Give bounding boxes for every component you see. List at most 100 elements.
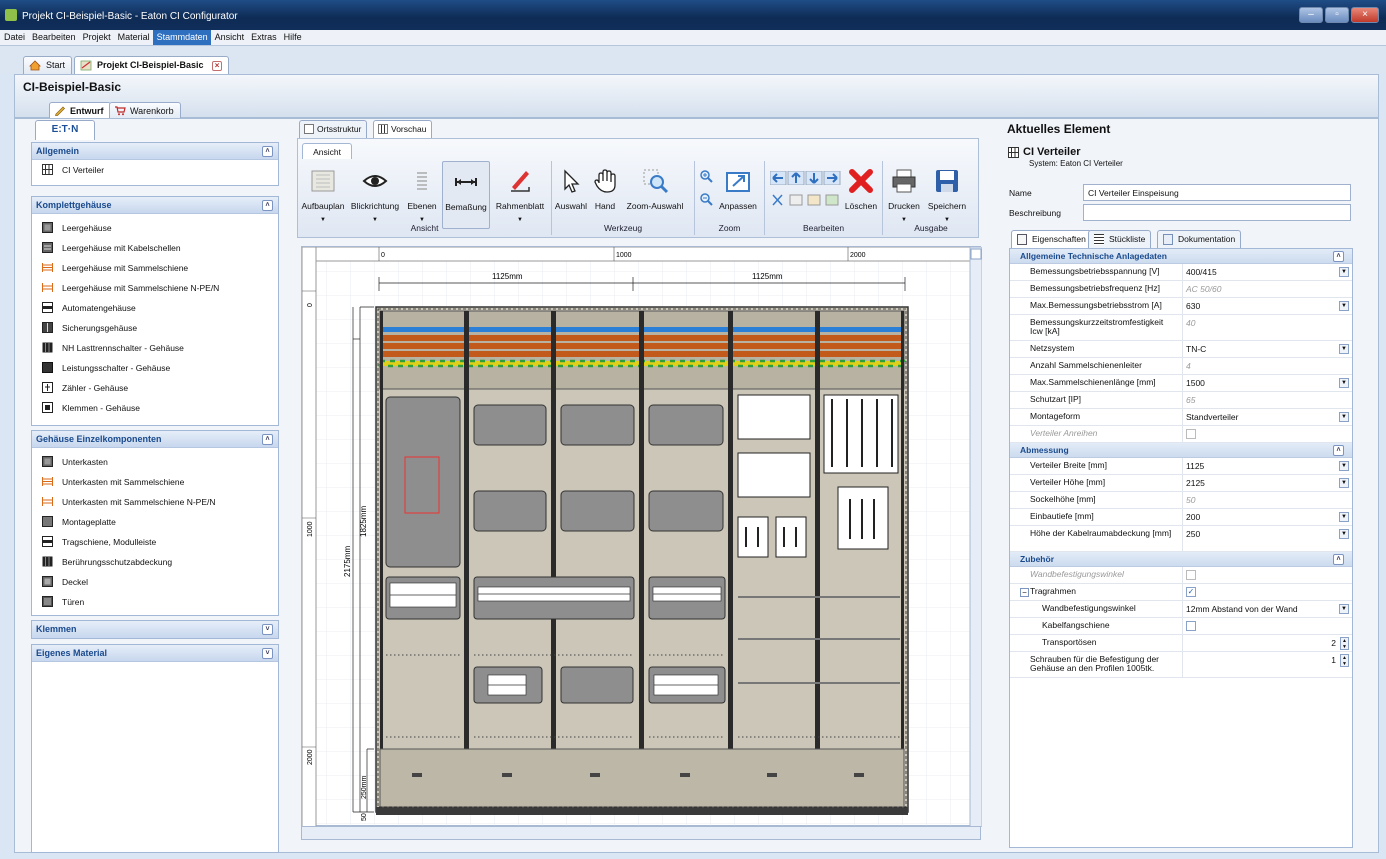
dropdown-icon[interactable]: ▼	[1339, 529, 1349, 539]
list-item[interactable]: Sicherungsgehäuse	[32, 318, 278, 338]
move-arrows-icon[interactable]	[770, 171, 842, 185]
property-row[interactable]: Wandbefestigungswinkel 12mm Abstand von d…	[1010, 601, 1352, 618]
list-item[interactable]: Klemmen - Gehäuse	[32, 398, 278, 418]
menu-material[interactable]: Material	[114, 30, 153, 45]
ebenen-button[interactable]: Ebenen ▼	[404, 161, 440, 229]
list-item[interactable]: Leergehäuse mit Sammelschiene	[32, 258, 278, 278]
loeschen-button[interactable]: Löschen	[842, 161, 880, 229]
collapse-icon[interactable]: ˄	[1333, 554, 1344, 565]
expander-icon[interactable]: −	[1020, 588, 1029, 597]
property-row[interactable]: Wandbefestigungswinkel	[1010, 567, 1352, 584]
drawing-canvas[interactable]: 0 1000 2000 0 1000 2000 1125mm 1125mm 21…	[301, 246, 983, 828]
tab-start[interactable]: Start	[23, 56, 73, 74]
tab-ortsstruktur[interactable]: Ortsstruktur	[299, 120, 368, 138]
list-item[interactable]: Montageplatte	[32, 512, 278, 532]
list-item[interactable]: Unterkasten mit Sammelschiene N-PE/N	[32, 492, 278, 512]
auswahl-button[interactable]: Auswahl	[553, 161, 589, 229]
section-header[interactable]: Gehäuse Einzelkomponenten ˄	[32, 431, 278, 448]
cabinet-drawing[interactable]: 0 1000 2000 0 1000 2000 1125mm 1125mm 21…	[301, 246, 983, 828]
dropdown-icon[interactable]: ▼	[1339, 478, 1349, 488]
property-value[interactable]: 1 ▲ ▼	[1182, 652, 1352, 677]
list-item[interactable]: Türen	[32, 592, 278, 612]
dropdown-icon[interactable]: ▼	[1339, 267, 1349, 277]
property-section-header[interactable]: Abmessung ˄	[1010, 443, 1352, 458]
close-window-button[interactable]: ×	[1351, 7, 1379, 23]
collapse-icon[interactable]: ˄	[262, 200, 273, 211]
list-item[interactable]: Automatengehäuse	[32, 298, 278, 318]
dropdown-icon[interactable]: ▼	[1339, 301, 1349, 311]
cable-compartment[interactable]	[379, 748, 905, 808]
dropdown-icon[interactable]: ▼	[1339, 604, 1349, 614]
property-value[interactable]: 630 ▼	[1182, 298, 1352, 314]
speichern-button[interactable]: Speichern ▼	[925, 161, 969, 229]
property-row[interactable]: Verteiler Breite [mm] 1125 ▼	[1010, 458, 1352, 475]
drucken-button[interactable]: Drucken ▼	[884, 161, 924, 229]
menu-datei[interactable]: Datei	[0, 30, 28, 45]
list-item[interactable]: Unterkasten	[32, 452, 278, 472]
property-row[interactable]: Schrauben für die Befestigung der Gehäus…	[1010, 652, 1352, 678]
spinner-icon[interactable]: ▲ ▼	[1340, 654, 1349, 667]
list-item[interactable]: CI Verteiler	[32, 160, 278, 180]
property-row[interactable]: Bemessungsbetriebsfrequenz [Hz] AC 50/60	[1010, 281, 1352, 298]
anpassen-button[interactable]: Anpassen	[716, 161, 760, 229]
list-item[interactable]: Deckel	[32, 572, 278, 592]
dropdown-icon[interactable]: ▼	[1339, 512, 1349, 522]
close-tab-icon[interactable]: ×	[212, 61, 223, 71]
property-row[interactable]: Anzahl Sammelschienenleiter 4	[1010, 358, 1352, 375]
collapse-icon[interactable]: ˄	[262, 434, 273, 445]
tab-dokumentation[interactable]: Dokumentation	[1157, 230, 1242, 248]
checkbox[interactable]: ✓	[1186, 587, 1196, 597]
tab-warenkorb[interactable]: Warenkorb	[109, 102, 181, 118]
cut-copy-paste-icon[interactable]	[770, 193, 842, 207]
property-row[interactable]: Höhe der Kabelraumabdeckung [mm] 250 ▼	[1010, 526, 1352, 552]
description-field[interactable]	[1083, 204, 1351, 221]
menu-bearbeiten[interactable]: Bearbeiten	[28, 30, 79, 45]
expand-icon[interactable]: ˅	[262, 624, 273, 635]
list-item[interactable]: Leergehäuse	[32, 218, 278, 238]
tab-vorschau[interactable]: Vorschau	[373, 120, 433, 138]
property-value[interactable]: 200 ▼	[1182, 509, 1352, 525]
property-row[interactable]: Max.Sammelschienenlänge [mm] 1500 ▼	[1010, 375, 1352, 392]
menu-ansicht[interactable]: Ansicht	[211, 30, 248, 45]
list-item[interactable]: Leergehäuse mit Kabelschellen	[32, 238, 278, 258]
menu-projekt[interactable]: Projekt	[79, 30, 114, 45]
collapse-icon[interactable]: ˄	[1333, 445, 1344, 456]
expand-icon[interactable]: ˅	[262, 648, 273, 659]
property-value[interactable]: 250 ▼	[1182, 526, 1352, 551]
dropdown-icon[interactable]: ▼	[1339, 378, 1349, 388]
tab-entwurf[interactable]: Entwurf	[49, 102, 111, 118]
hand-button[interactable]: Hand	[590, 161, 620, 229]
property-row[interactable]: Netzsystem TN-C ▼	[1010, 341, 1352, 358]
property-row[interactable]: Max.Bemessungsbetriebsstrom [A] 630 ▼	[1010, 298, 1352, 315]
dropdown-icon[interactable]: ▼	[1339, 412, 1349, 422]
property-value[interactable]: TN-C ▼	[1182, 341, 1352, 357]
section-header[interactable]: Komplettgehäuse ˄	[32, 197, 278, 214]
list-item[interactable]: NH Lasttrennschalter - Gehäuse	[32, 338, 278, 358]
bemassung-button[interactable]: Bemaßung	[442, 161, 490, 229]
menu-hilfe[interactable]: Hilfe	[280, 30, 305, 45]
tab-stueckliste[interactable]: Stückliste	[1088, 230, 1152, 248]
blickrichtung-button[interactable]: Blickrichtung ▼	[348, 161, 402, 229]
vertical-scrollbar[interactable]	[969, 246, 983, 828]
property-row[interactable]: Transportösen 2 ▲ ▼	[1010, 635, 1352, 652]
property-value[interactable]: 2 ▲ ▼	[1182, 635, 1352, 651]
list-item[interactable]: Tragschiene, Modulleiste	[32, 532, 278, 552]
menu-extras[interactable]: Extras	[247, 30, 280, 45]
list-item[interactable]: Leistungsschalter - Gehäuse	[32, 358, 278, 378]
ribbon-tab-ansicht[interactable]: Ansicht	[302, 143, 352, 159]
section-header[interactable]: Allgemein ˄	[32, 143, 278, 160]
section-header[interactable]: Eigenes Material ˅	[32, 645, 278, 662]
property-value[interactable]: 1125 ▼	[1182, 458, 1352, 474]
property-row[interactable]: Verteiler Anreihen	[1010, 426, 1352, 443]
horizontal-scrollbar[interactable]	[301, 826, 981, 840]
menu-stammdaten[interactable]: Stammdaten	[152, 30, 211, 45]
property-row[interactable]: − Tragrahmen ✓	[1010, 584, 1352, 601]
tab-project[interactable]: Projekt CI-Beispiel-Basic ×	[74, 56, 230, 74]
property-section-header[interactable]: Allgemeine Technische Anlagedaten ˄	[1010, 249, 1352, 264]
property-row[interactable]: Montageform Standverteiler ▼	[1010, 409, 1352, 426]
property-row[interactable]: Sockelhöhe [mm] 50	[1010, 492, 1352, 509]
list-item[interactable]: Unterkasten mit Sammelschiene	[32, 472, 278, 492]
maximize-button[interactable]: ▫	[1325, 7, 1349, 23]
property-row[interactable]: Bemessungsbetriebsspannung [V] 400/415 ▼	[1010, 264, 1352, 281]
property-value[interactable]: 2125 ▼	[1182, 475, 1352, 491]
